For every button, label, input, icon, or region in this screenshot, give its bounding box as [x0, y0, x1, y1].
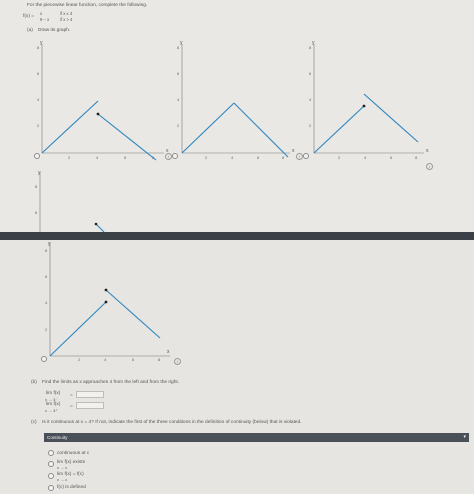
graph-2-x-label: x: [292, 148, 295, 154]
option-sub-3: x → c: [57, 477, 68, 482]
top-panel: For the piecewise linear function, compl…: [0, 0, 474, 232]
graph-4f-xtick-2: 2: [78, 357, 81, 362]
graph-2-y-label: y: [180, 40, 183, 46]
graph-3-segment-2: [363, 93, 419, 143]
graph-option-2: y x 2 4 6 8 2 4 6 8: [177, 40, 295, 160]
graph-1-ytick-4: 4: [37, 97, 40, 102]
graph-1-ytick-2: 2: [37, 123, 40, 128]
graph-4-segment: [95, 223, 105, 232]
graph-2-radio[interactable]: [172, 153, 178, 159]
chevron-down-icon: ▾: [463, 434, 466, 440]
graph-3-info-icon[interactable]: i: [426, 163, 433, 170]
graph-4f-segment-1: [49, 301, 107, 357]
graph-4-ytick-8: 8: [35, 184, 38, 189]
graph-4-y-label: y: [38, 170, 41, 176]
graph-1-xtick-2: 2: [68, 155, 71, 160]
graph-2-xtick-8: 8: [282, 155, 285, 160]
piece2-cond: if x > 4: [60, 17, 73, 22]
graph-3-xtick-6: 6: [390, 155, 393, 160]
graph-3-xtick-2: 2: [338, 155, 341, 160]
option-label-1: continuous at c: [57, 451, 90, 456]
graph-4f-closed-dot: [104, 300, 108, 304]
lim-left-equals: =: [70, 393, 73, 398]
piece2-expr: 9 − x: [40, 17, 50, 22]
option-label-4: f(c) is defined: [57, 485, 86, 490]
graph-3-segment-1: [313, 105, 365, 154]
graph-4f-open-dot: [104, 288, 108, 292]
graph-1-open-dot: [96, 112, 100, 116]
graph-2-info-icon[interactable]: i: [296, 153, 303, 160]
continuity-dropdown[interactable]: Continuity ▾: [44, 433, 469, 442]
part-b-label: (b): [31, 380, 37, 385]
part-a-prompt: Draw its graph.: [38, 28, 71, 33]
lim-right-equals: =: [70, 404, 73, 409]
graph-3-radio[interactable]: [303, 153, 309, 159]
graph-3-ytick-2: 2: [309, 123, 312, 128]
graph-4-dot: [94, 222, 98, 226]
graph-4f-y-label: y: [48, 241, 51, 247]
fx-label: f(x) =: [23, 14, 35, 19]
option-radio-2[interactable]: [48, 461, 54, 467]
lim-right-sub: x → 4⁺: [45, 408, 58, 413]
graph-4f-x-label: x: [167, 349, 170, 355]
graph-2-ytick-4: 4: [177, 97, 180, 102]
graph-1-xtick-4: 4: [96, 155, 99, 160]
graph-4f-xtick-6: 6: [132, 357, 135, 362]
graph-3-xtick-8: 8: [415, 155, 418, 160]
graph-3-closed-dot: [362, 104, 366, 108]
part-c-prompt: Is it continuous at x = 4? If not, indic…: [42, 420, 302, 425]
piece1-expr: x: [40, 11, 43, 16]
continuity-dropdown-title: Continuity: [47, 435, 68, 440]
graph-option-4-full: y x 2 4 6 8 2 4 6 8: [45, 241, 170, 362]
graph-1-ytick-6: 6: [37, 71, 40, 76]
graph-4f-segment-2: [105, 289, 161, 339]
graph-2-ytick-6: 6: [177, 71, 180, 76]
graph-4f-ytick-8: 8: [45, 248, 48, 253]
lim-left-expr: lim f(x): [46, 391, 61, 396]
piece1-cond: if x ≤ 4: [60, 11, 73, 16]
graph-option-4: y 8 6: [35, 170, 105, 232]
graph-option-1: y x 2 4 6 8 2 4 6 8: [37, 40, 169, 161]
graph-1-xtick-6: 6: [124, 155, 127, 160]
graph-2-ytick-2: 2: [177, 123, 180, 128]
graph-2-segment-1: [181, 102, 235, 154]
graph-2-xtick-6: 6: [257, 155, 260, 160]
graph-1-segment-1: [41, 100, 99, 154]
graph-2-xtick-4: 4: [231, 155, 234, 160]
graph-3-xtick-4: 4: [364, 155, 367, 160]
instruction-text: For the piecewise linear function, compl…: [27, 3, 148, 8]
lim-right-expr: lim f(x): [46, 402, 61, 407]
graph-3-x-label: x: [426, 148, 429, 154]
option-radio-4[interactable]: [48, 485, 54, 491]
graph-2-segment-2: [233, 102, 289, 158]
graph-4f-ytick-6: 6: [45, 274, 48, 279]
graph-1-y-label: y: [40, 40, 43, 46]
graph-3-ytick-6: 6: [309, 71, 312, 76]
graph-4f-ytick-2: 2: [45, 327, 48, 332]
part-a-label: (a): [27, 28, 33, 33]
option-radio-3[interactable]: [48, 473, 54, 479]
graph-4f-xtick-4: 4: [104, 357, 107, 362]
lim-left-input[interactable]: [76, 391, 104, 398]
graph-1-info-icon[interactable]: i: [165, 153, 172, 160]
graph-3-y-label: y: [312, 40, 315, 46]
graph-3-ytick-4: 4: [309, 97, 312, 102]
graph-4f-xtick-8: 8: [158, 357, 161, 362]
graph-option-3: y x 2 4 6 8 2 4 6 8: [309, 40, 429, 160]
part-b-prompt: Find the limits as x approaches 4 from t…: [42, 380, 180, 385]
graph-1-radio[interactable]: [34, 153, 40, 159]
lim-right-input[interactable]: [76, 402, 104, 409]
option-radio-1[interactable]: [48, 450, 54, 456]
graph-2-xtick-2: 2: [205, 155, 208, 160]
graph-4f-ytick-4: 4: [45, 300, 48, 305]
panel-divider: [0, 232, 474, 240]
part-c-label: (c): [31, 420, 37, 425]
graph-4-radio[interactable]: [41, 356, 47, 362]
graph-4-info-icon[interactable]: i: [174, 358, 181, 365]
option-sub-2: x → c: [57, 465, 68, 470]
graph-4-ytick-6: 6: [35, 210, 38, 215]
